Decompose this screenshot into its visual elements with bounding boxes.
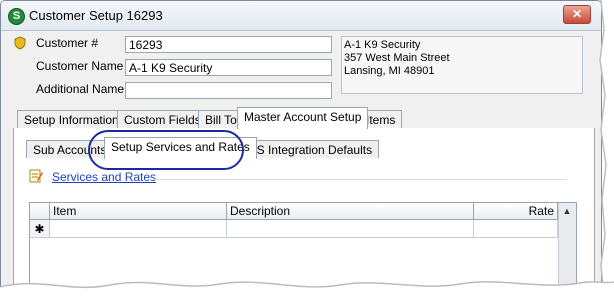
customer-number-input[interactable] xyxy=(125,36,332,53)
torn-edge-bottom xyxy=(0,281,614,297)
new-row-item-cell[interactable] xyxy=(50,220,227,238)
column-header-description[interactable]: Description xyxy=(227,203,474,220)
notepad-edit-icon xyxy=(29,169,43,183)
tab-setup-services-and-rates[interactable]: Setup Services and Rates xyxy=(104,137,257,159)
tab-master-account-setup[interactable]: Master Account Setup xyxy=(237,107,369,129)
title-bar[interactable]: S Customer Setup 16293 ✕ xyxy=(1,1,601,31)
window-title: Customer Setup 16293 xyxy=(29,8,163,23)
new-row-rate-cell[interactable] xyxy=(474,220,558,238)
column-header-item[interactable]: Item xyxy=(50,203,227,220)
app-logo-icon: S xyxy=(8,8,25,25)
tab-cs-integration-defaults[interactable]: CS Integration Defaults xyxy=(241,140,380,158)
new-row-description-cell[interactable] xyxy=(227,220,474,238)
new-row-marker-icon: ✱ xyxy=(30,220,50,238)
address-line-1: A-1 K9 Security xyxy=(344,39,421,51)
customer-number-label: Customer # xyxy=(36,36,99,50)
additional-name-input[interactable] xyxy=(125,82,332,99)
section-separator xyxy=(151,179,567,180)
tab-setup-information[interactable]: Setup Information xyxy=(17,110,126,128)
torn-edge-right xyxy=(599,0,614,297)
row-header-corner xyxy=(30,203,50,220)
address-display: A-1 K9 Security 357 West Main Street Lan… xyxy=(341,36,583,94)
column-header-rate[interactable]: Rate xyxy=(474,203,558,220)
additional-name-label: Additional Name xyxy=(36,82,125,96)
scroll-up-arrow-icon[interactable]: ▲ xyxy=(559,203,575,219)
close-button[interactable]: ✕ xyxy=(563,5,591,24)
tab-custom-fields[interactable]: Custom Fields xyxy=(117,110,208,128)
customer-name-label: Customer Name xyxy=(36,59,124,73)
customer-setup-window: S Customer Setup 16293 ✕ Customer # Cust… xyxy=(0,0,602,297)
tab-sub-accounts[interactable]: Sub Accounts xyxy=(26,140,114,158)
address-line-3: Lansing, MI 48901 xyxy=(344,65,435,77)
address-line-2: 357 West Main Street xyxy=(344,52,450,64)
services-and-rates-link[interactable]: Services and Rates xyxy=(52,170,156,184)
shield-icon xyxy=(14,36,26,50)
customer-name-input[interactable] xyxy=(125,59,332,76)
